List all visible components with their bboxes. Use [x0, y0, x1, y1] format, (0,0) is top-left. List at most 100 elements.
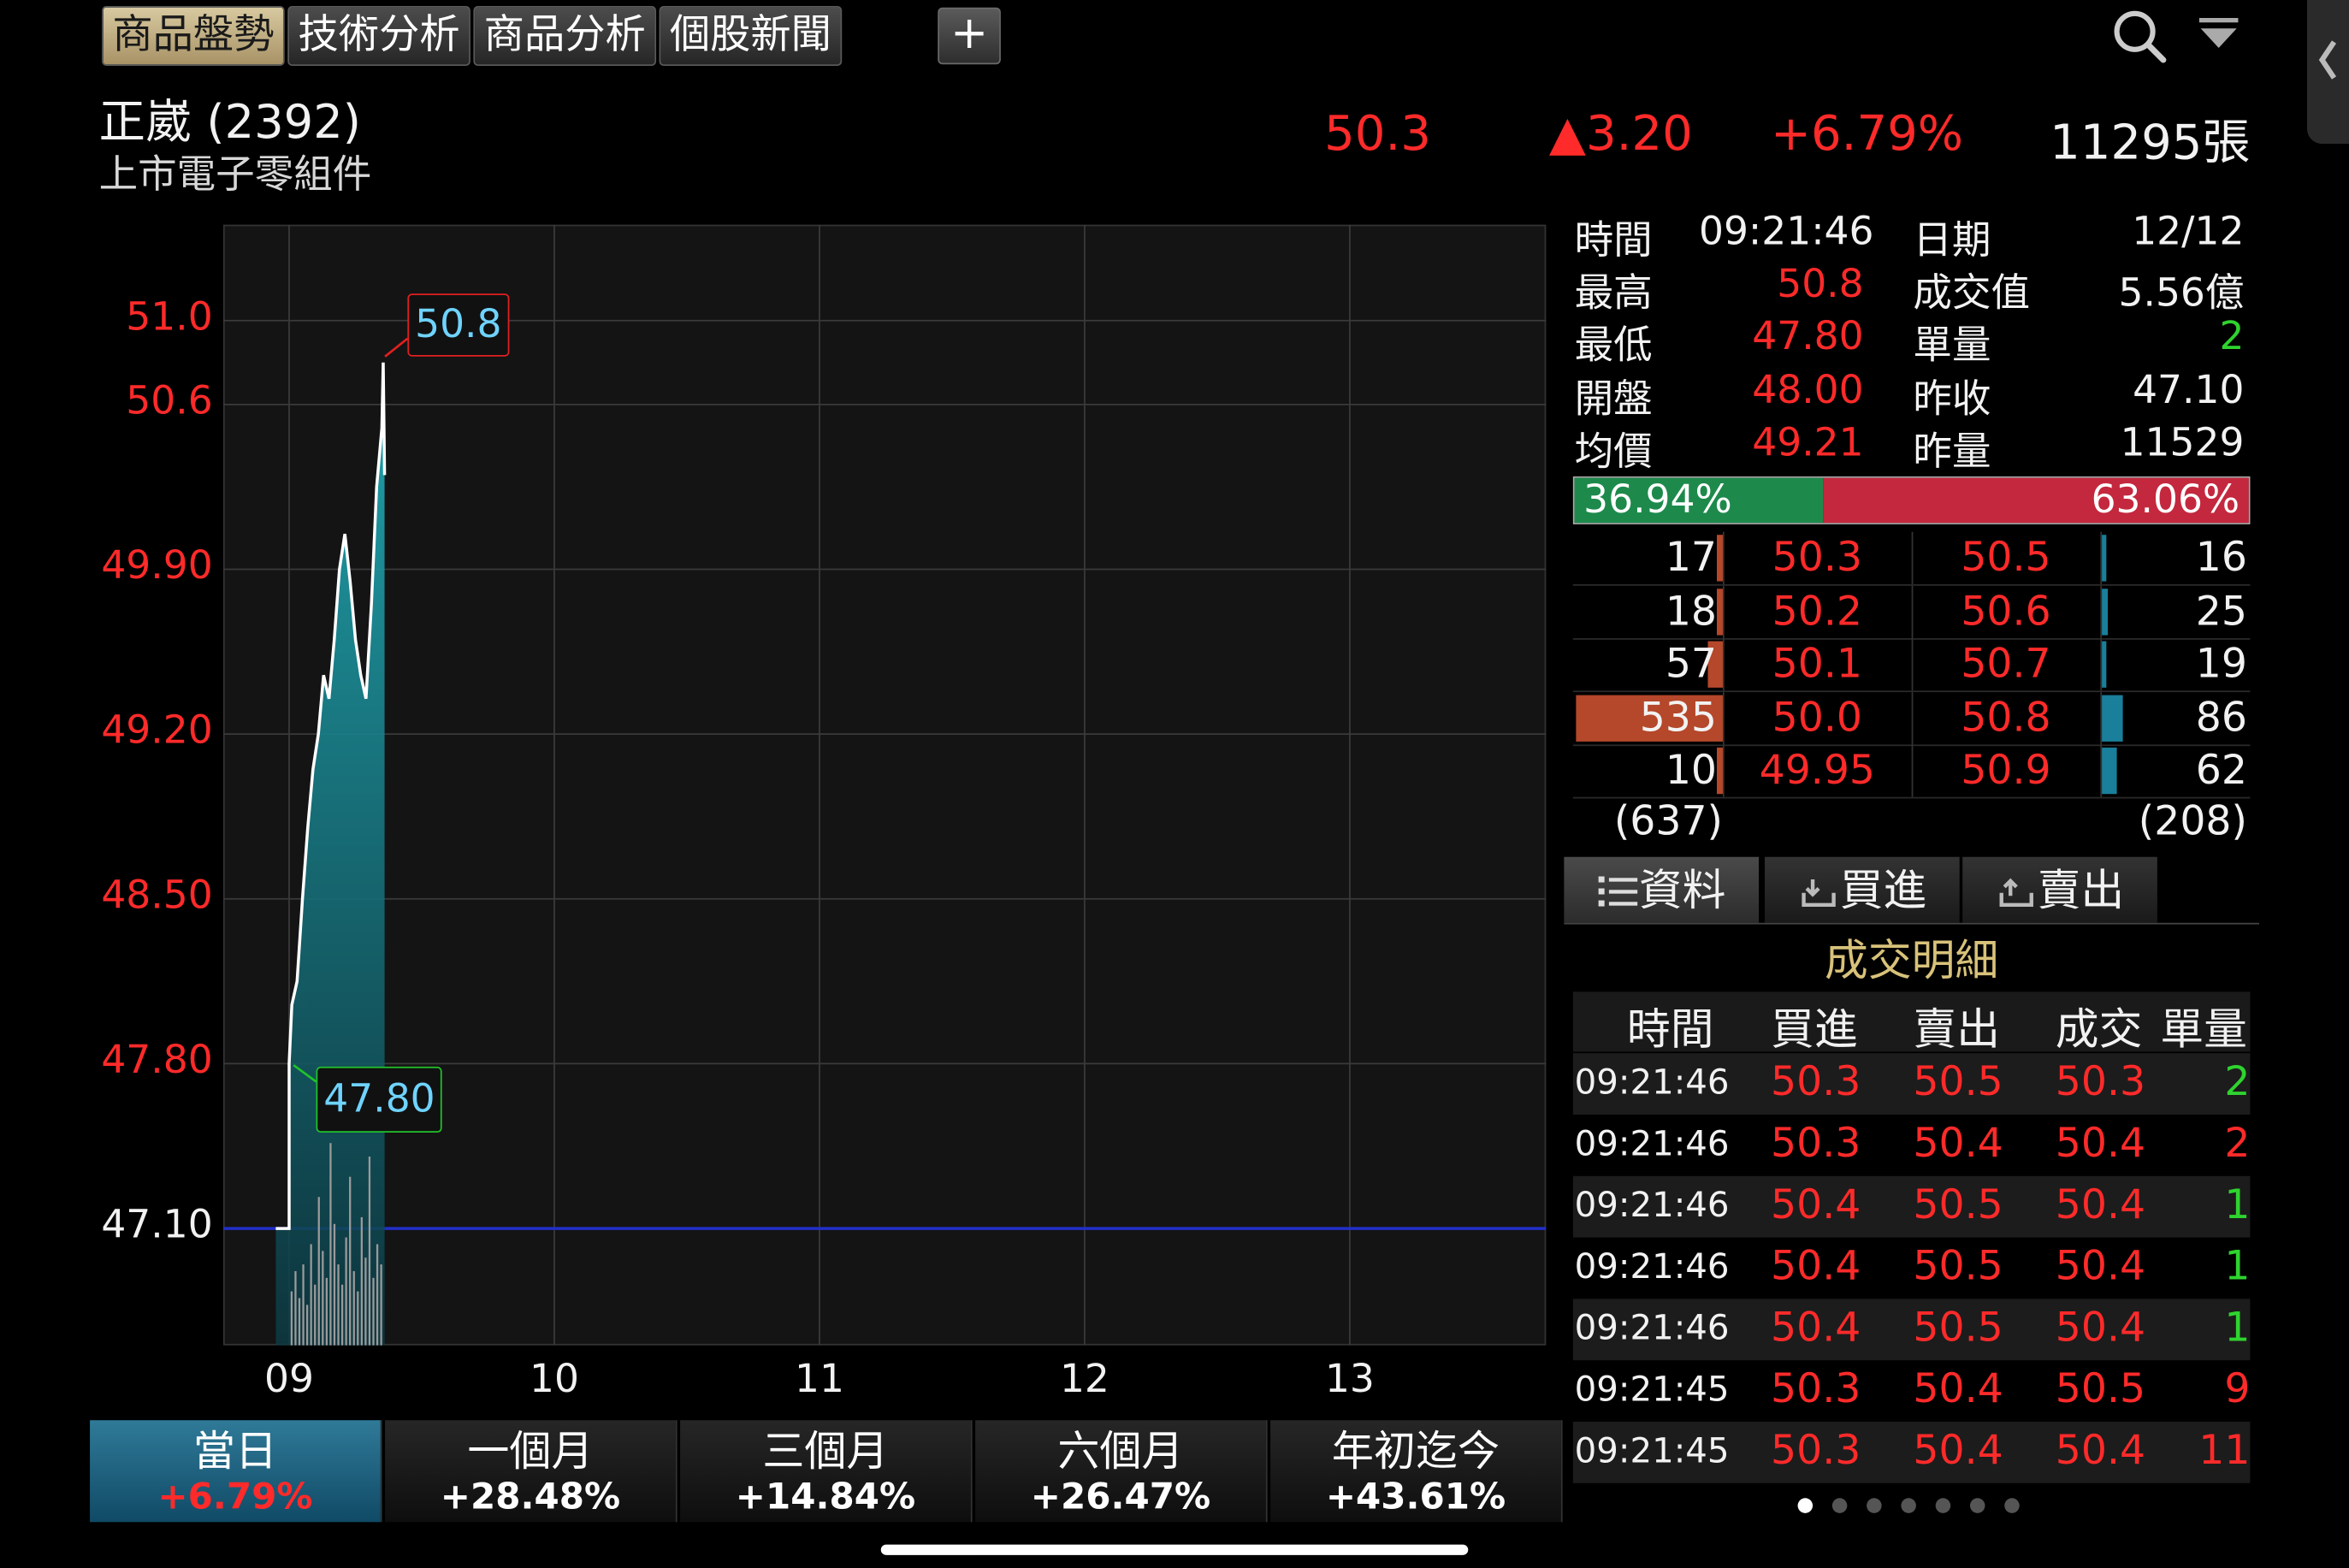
order-book-row[interactable]: 17 50.3 50.5 16 — [1572, 531, 2251, 586]
ask-price: 50.8 — [1961, 694, 2051, 742]
price-change: ▲3.20 — [1548, 104, 1693, 163]
trade-price: 50.4 — [2055, 1305, 2146, 1352]
page-dot[interactable] — [1797, 1498, 1814, 1513]
bid-price: 50.3 — [1772, 535, 1862, 582]
page-dot[interactable] — [1935, 1498, 1951, 1513]
trade-volume: 1 — [2224, 1181, 2251, 1229]
home-indicator — [880, 1544, 1469, 1555]
col-price: 成交 — [2055, 1003, 2143, 1055]
trade-volume: 1 — [2224, 1243, 2251, 1290]
tab-sell[interactable]: 賣出 — [1962, 856, 2157, 923]
page-dot[interactable] — [1969, 1498, 1985, 1513]
search-icon[interactable] — [2109, 6, 2169, 66]
screen: { "tabs": ["商品盤勢", "技術分析", "商品分析", "個股新聞… — [0, 0, 2349, 1568]
bid-price: 49.95 — [1759, 747, 1875, 795]
trade-row[interactable]: 09:21:45 50.3 50.4 50.4 11 — [1572, 1421, 2251, 1483]
y-tick-label: 47.10 — [101, 1203, 213, 1248]
trade-ask: 50.5 — [1913, 1305, 2003, 1352]
col-bid: 買進 — [1771, 1003, 1858, 1055]
period-button[interactable]: 一個月 +28.48% — [385, 1420, 677, 1523]
volume-bar — [360, 1216, 363, 1346]
bid-volume-bar — [1716, 588, 1723, 635]
volume-bar — [364, 1257, 367, 1346]
side-panel-handle[interactable] — [2307, 0, 2349, 145]
amount-label: 成交值 — [1913, 270, 2031, 317]
tab-data[interactable]: 資料 — [1564, 856, 1760, 923]
trade-row[interactable]: 09:21:46 50.4 50.5 50.4 1 — [1572, 1299, 2251, 1361]
trade-price: 50.4 — [2055, 1427, 2146, 1475]
prev-volume-label: 昨量 — [1913, 429, 1991, 476]
y-tick-label: 48.50 — [101, 873, 213, 919]
prev-close-value: 47.10 — [2133, 368, 2245, 414]
period-label: 當日 — [192, 1426, 277, 1476]
x-tick-label: 10 — [530, 1357, 579, 1403]
trade-time: 09:21:46 — [1574, 1186, 1730, 1226]
x-tick-label: 11 — [794, 1357, 844, 1403]
trade-row[interactable]: 09:21:46 50.3 50.5 50.3 2 — [1572, 1053, 2251, 1115]
tab-buy[interactable]: 買進 — [1765, 856, 1960, 923]
col-volume: 單量 — [2160, 1003, 2247, 1055]
trade-time: 09:21:45 — [1574, 1370, 1730, 1410]
low-marker: 47.80 — [316, 1066, 443, 1133]
high-value: 50.8 — [1777, 262, 1864, 308]
col-time: 時間 — [1626, 1003, 1714, 1055]
quote-row-open: 開盤 48.00 昨收 47.10 — [1573, 369, 2247, 423]
quote-row-time: 時間 09:21:46 日期 12/12 — [1573, 210, 2247, 263]
order-book-row[interactable]: 57 50.1 50.7 19 — [1572, 638, 2251, 693]
trade-time: 09:21:46 — [1574, 1063, 1730, 1103]
trade-price: 50.5 — [2055, 1366, 2146, 1413]
bid-volume: 18 — [1665, 588, 1717, 635]
trade-ask: 50.4 — [1913, 1366, 2003, 1413]
trade-volume: 1 — [2224, 1305, 2251, 1352]
ask-volume: 25 — [2195, 588, 2247, 635]
period-button[interactable]: 三個月 +14.84% — [680, 1420, 973, 1523]
volume-bar — [337, 1264, 340, 1346]
amount-value: 5.56億 — [2118, 270, 2245, 317]
trades-title: 成交明細 — [1825, 934, 1999, 986]
trade-row[interactable]: 09:21:46 50.3 50.4 50.4 2 — [1573, 1115, 2251, 1176]
period-button[interactable]: 當日 +6.79% — [90, 1420, 382, 1523]
high-label: 最高 — [1574, 270, 1653, 317]
bid-price: 50.1 — [1772, 641, 1862, 688]
period-label: 一個月 — [467, 1426, 594, 1476]
ask-volume-bar — [2102, 535, 2107, 582]
avg-value: 49.21 — [1752, 421, 1864, 466]
ask-price: 50.5 — [1961, 535, 2051, 582]
bid-volume: 57 — [1665, 641, 1717, 688]
tab-sell-label: 賣出 — [2037, 864, 2125, 916]
order-book-row[interactable]: 535 50.0 50.8 86 — [1572, 691, 2251, 746]
separator — [2100, 744, 2103, 797]
volume-bar — [322, 1251, 324, 1346]
period-button[interactable]: 六個月 +26.47% — [975, 1420, 1268, 1523]
chevron-left-icon — [2318, 40, 2337, 80]
ask-volume: 16 — [2195, 535, 2247, 582]
chart-canvas — [222, 224, 1547, 1346]
page-dot[interactable] — [1901, 1498, 1916, 1513]
page-dot[interactable] — [1831, 1498, 1848, 1513]
trade-row[interactable]: 09:21:46 50.4 50.5 50.4 1 — [1573, 1238, 2251, 1299]
trade-bid: 50.4 — [1771, 1243, 1861, 1290]
trade-row[interactable]: 09:21:46 50.4 50.5 50.4 1 — [1572, 1175, 2251, 1238]
trade-row[interactable]: 09:21:45 50.3 50.4 50.5 9 — [1573, 1360, 2251, 1422]
trade-bid: 50.3 — [1771, 1120, 1861, 1168]
quote-row-avg: 均價 49.21 昨量 11529 — [1573, 421, 2247, 475]
trade-ask: 50.5 — [1913, 1243, 2003, 1290]
y-tick-label: 50.6 — [126, 379, 213, 424]
ask-volume: 86 — [2195, 694, 2247, 742]
ask-price: 50.7 — [1961, 641, 2051, 688]
page-dot[interactable] — [1867, 1498, 1882, 1513]
trade-price: 50.4 — [2055, 1243, 2146, 1290]
period-button[interactable]: 年初迄今 +43.61% — [1270, 1420, 1563, 1523]
order-book-row[interactable]: 18 50.2 50.6 25 — [1572, 584, 2251, 639]
filter-icon[interactable] — [2196, 15, 2241, 55]
tab-data-label: 資料 — [1638, 864, 1726, 916]
volume-bar — [357, 1291, 359, 1346]
bid-volume-bar — [1716, 747, 1723, 795]
page-dot[interactable] — [2004, 1498, 2020, 1513]
high-marker-leader — [384, 337, 409, 358]
trade-ask: 50.4 — [1913, 1120, 2003, 1168]
avg-label: 均價 — [1574, 429, 1653, 476]
col-ask: 賣出 — [1913, 1003, 2001, 1055]
order-book-row[interactable]: 10 49.95 50.9 62 — [1572, 744, 2251, 799]
separator — [2100, 638, 2103, 691]
